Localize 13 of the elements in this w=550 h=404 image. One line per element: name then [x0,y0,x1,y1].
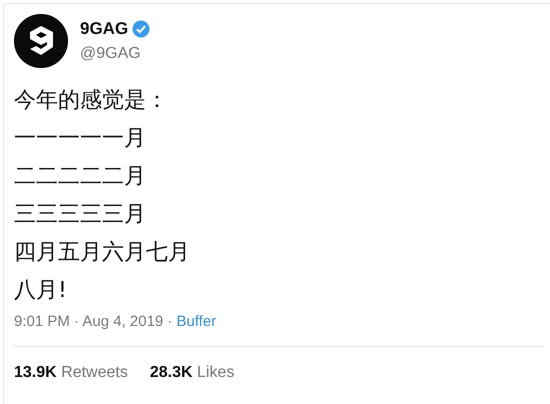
avatar-logo-icon[interactable] [14,14,68,68]
engagement-count[interactable]: 28.3K Likes [150,364,234,382]
tweet-text-line: 今年的感觉是： [14,87,169,115]
source-link[interactable]: Buffer [176,313,216,330]
tweet-text-line: 二二二二二月 [14,163,147,191]
account-handle[interactable]: @9GAG [80,45,150,63]
tweet-text-line: 八月! [14,277,68,305]
timestamp: 9:01 PM · Aug 4, 2019 · [14,313,172,330]
tweet-text-line: 一一一一一月 [14,125,147,153]
tweet-text-line: 三三三三三月 [14,201,147,229]
engagement-count[interactable]: 13.9K Retweets [14,364,128,382]
account-name[interactable]: 9GAG [80,19,128,39]
tweet-text-line: 四月五月六月七月 [14,239,191,267]
